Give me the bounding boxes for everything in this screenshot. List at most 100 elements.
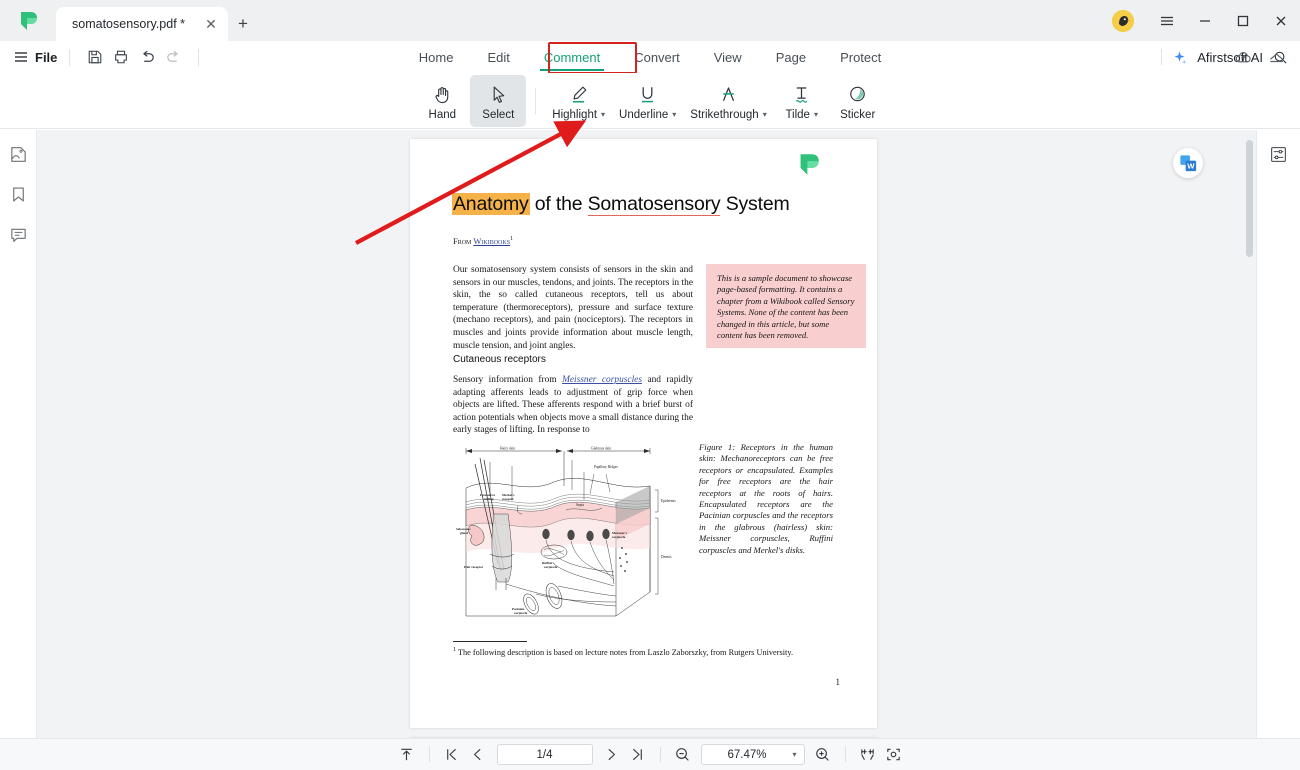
app-menu-icon[interactable] [1148, 0, 1186, 41]
tool-tilde[interactable]: Tilde ▾ [774, 75, 830, 127]
document-logo-icon [796, 152, 821, 177]
tool-underline[interactable]: Underline ▾ [612, 75, 683, 127]
divider [535, 87, 537, 114]
title-bar: somatosensory.pdf * ✕ + [0, 0, 1300, 41]
cloud-upload-icon[interactable] [1234, 48, 1253, 67]
svg-text:Glabrous skin: Glabrous skin [591, 447, 611, 451]
close-tab-icon[interactable]: ✕ [202, 15, 220, 33]
svg-text:corpuscle: corpuscle [514, 611, 528, 615]
meissner-corpuscles-link[interactable]: Meissner corpuscles [562, 375, 642, 385]
fit-width-icon[interactable] [855, 743, 881, 767]
chevron-down-icon[interactable]: ▾ [672, 110, 676, 119]
close-button[interactable] [1262, 0, 1300, 41]
fit-page-icon[interactable] [881, 743, 907, 767]
paragraph-cutaneous: Sensory information from Meissner corpus… [453, 374, 693, 437]
zoom-in-icon[interactable] [810, 743, 836, 767]
document-title: Anatomy of the Somatosensory System [452, 193, 847, 216]
tool-strikethrough[interactable]: Strikethrough ▾ [683, 75, 773, 127]
zoom-value: 67.47% [727, 748, 767, 761]
wikibooks-link[interactable]: Wikibooks [473, 236, 510, 246]
svg-text:Epidermis: Epidermis [661, 499, 676, 503]
title-part: System [720, 193, 790, 215]
document-tab[interactable]: somatosensory.pdf * ✕ [56, 7, 228, 41]
chevron-down-icon[interactable]: ▾ [792, 750, 796, 759]
cursor-icon [488, 83, 509, 107]
page-number-input[interactable]: 1/4 [496, 744, 593, 765]
tab-edit[interactable]: Edit [470, 41, 526, 73]
zoom-out-icon[interactable] [670, 743, 696, 767]
first-page-icon[interactable] [439, 743, 465, 767]
footnote-text: The following description is based on le… [456, 647, 794, 657]
pdf-page-1[interactable]: Anatomy of the Somatosensory System From… [410, 139, 877, 728]
tool-label: Underline ▾ [619, 109, 676, 121]
tool-select[interactable]: Select [470, 74, 527, 127]
chevron-down-icon[interactable]: ▾ [601, 110, 605, 119]
comment-icon[interactable] [5, 221, 31, 247]
label-text: Highlight [552, 108, 598, 121]
tab-comment[interactable]: Comment [527, 41, 617, 73]
hamburger-icon [15, 52, 27, 62]
document-workspace[interactable]: W Anatomy of the Somatosensory System Fr… [37, 130, 1256, 738]
svg-text:receptor: receptor [502, 497, 514, 501]
scroll-to-top-icon[interactable] [394, 743, 420, 767]
tab-page[interactable]: Page [759, 41, 823, 73]
divider [844, 747, 846, 762]
label-text: Tilde [785, 108, 810, 121]
svg-text:corpuscle: corpuscle [544, 565, 558, 569]
tool-highlight[interactable]: Highlight ▾ [545, 75, 612, 127]
tilde-icon [790, 83, 813, 107]
title-highlight: Anatomy [452, 193, 530, 215]
file-menu-button[interactable]: File [14, 50, 57, 65]
chevron-down-icon[interactable]: ▾ [763, 110, 767, 119]
vertical-scrollbar[interactable] [1246, 136, 1253, 732]
zoom-level-select[interactable]: 67.47% ▾ [700, 744, 805, 765]
svg-text:gland: gland [460, 531, 468, 535]
svg-text:corpuscle: corpuscle [612, 535, 626, 539]
tab-convert[interactable]: Convert [617, 41, 697, 73]
maximize-button[interactable] [1224, 0, 1262, 41]
svg-text:Papillary Ridges: Papillary Ridges [594, 465, 618, 469]
comment-toolbar: Hand Select Highlight ▾ Underline ▾ Stri… [0, 73, 1300, 129]
paragraph-intro: Our somatosensory system consists of sen… [453, 265, 693, 351]
new-tab-icon[interactable]: + [228, 7, 258, 41]
avatar[interactable] [1112, 10, 1134, 32]
divider [69, 48, 71, 66]
previous-page-icon[interactable] [465, 743, 491, 767]
divider [1161, 49, 1163, 65]
properties-panel-icon[interactable] [1266, 141, 1292, 167]
save-icon[interactable] [82, 44, 108, 70]
title-part: of the [529, 193, 588, 215]
chevron-down-icon[interactable]: ▾ [814, 110, 818, 119]
tab-protect[interactable]: Protect [823, 41, 898, 73]
hand-icon [432, 83, 453, 107]
svg-text:W: W [1187, 161, 1195, 170]
collapse-ribbon-icon[interactable] [1267, 48, 1286, 67]
page-number: 1 [835, 677, 841, 687]
tool-label: Tilde ▾ [785, 109, 818, 121]
tool-label: Highlight ▾ [552, 109, 605, 121]
file-label: File [35, 49, 58, 65]
divider [428, 747, 430, 762]
minimize-button[interactable] [1186, 0, 1224, 41]
svg-text:Hair receptor: Hair receptor [464, 565, 484, 569]
tool-label: Sticker [840, 108, 876, 121]
sparkle-icon [1172, 50, 1187, 65]
bookmark-icon[interactable] [5, 181, 31, 207]
next-page-icon[interactable] [599, 743, 625, 767]
tab-view[interactable]: View [697, 41, 759, 73]
print-icon[interactable] [108, 44, 134, 70]
tab-home[interactable]: Home [402, 41, 471, 73]
redo-icon[interactable] [160, 44, 186, 70]
sticker-icon [846, 83, 869, 107]
convert-to-word-icon[interactable]: W [1173, 148, 1203, 178]
tool-sticker[interactable]: Sticker [830, 75, 886, 127]
footnote-rule [453, 641, 527, 642]
application-window: somatosensory.pdf * ✕ + File Home Edit C… [0, 0, 1300, 770]
scrollbar-thumb[interactable] [1246, 140, 1253, 257]
undo-icon[interactable] [134, 44, 160, 70]
footnote: 1 The following description is based on … [453, 647, 841, 657]
last-page-icon[interactable] [625, 743, 651, 767]
tool-hand[interactable]: Hand [414, 75, 470, 127]
svg-text:Dermis: Dermis [661, 555, 672, 559]
thumbnail-icon[interactable] [5, 141, 31, 167]
